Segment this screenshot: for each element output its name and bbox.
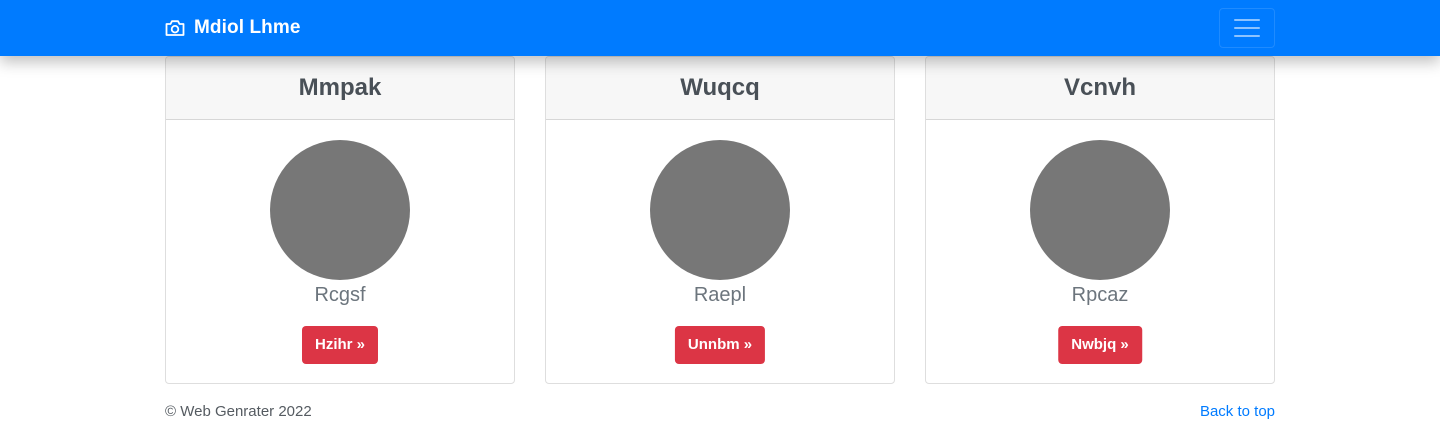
card-subtitle: Raepl bbox=[693, 284, 747, 306]
card-header: Vcnvh bbox=[926, 57, 1274, 120]
footer-copyright: © Web Genrater 2022 bbox=[165, 403, 312, 420]
card-action-button[interactable]: Hzihr » bbox=[301, 326, 379, 364]
profile-card: Vcnvh Rpcaz Nwbjq » bbox=[925, 56, 1275, 384]
top-navbar: Mdiol Lhme bbox=[0, 0, 1440, 56]
profile-card: Wuqcq Raepl Unnbm » bbox=[545, 56, 895, 384]
card-header: Wuqcq bbox=[546, 57, 894, 120]
brand-link[interactable]: Mdiol Lhme bbox=[165, 16, 301, 40]
card-action-button[interactable]: Nwbjq » bbox=[1058, 326, 1142, 364]
card-subtitle: Rcgsf bbox=[314, 284, 366, 306]
card-header: Mmpak bbox=[166, 57, 514, 120]
card-title: Mmpak bbox=[298, 74, 382, 101]
card-title: Vcnvh bbox=[1063, 74, 1137, 101]
camera-icon bbox=[165, 20, 185, 36]
avatar-placeholder bbox=[270, 140, 410, 280]
avatar-placeholder bbox=[1030, 140, 1170, 280]
card-body: Raepl Unnbm » bbox=[546, 120, 894, 383]
profile-card: Mmpak Rcgsf Hzihr » bbox=[165, 56, 515, 384]
hamburger-menu-icon bbox=[1234, 19, 1260, 37]
card-body: Rcgsf Hzihr » bbox=[166, 120, 514, 383]
back-to-top-link[interactable]: Back to top bbox=[1200, 403, 1275, 420]
card-subtitle: Rpcaz bbox=[1071, 284, 1129, 306]
brand-text: Mdiol Lhme bbox=[194, 17, 301, 38]
card-action-button[interactable]: Unnbm » bbox=[674, 326, 766, 364]
navbar-toggler-button[interactable] bbox=[1219, 8, 1275, 48]
avatar-placeholder bbox=[650, 140, 790, 280]
card-title: Wuqcq bbox=[680, 74, 760, 101]
card-body: Rpcaz Nwbjq » bbox=[926, 120, 1274, 383]
